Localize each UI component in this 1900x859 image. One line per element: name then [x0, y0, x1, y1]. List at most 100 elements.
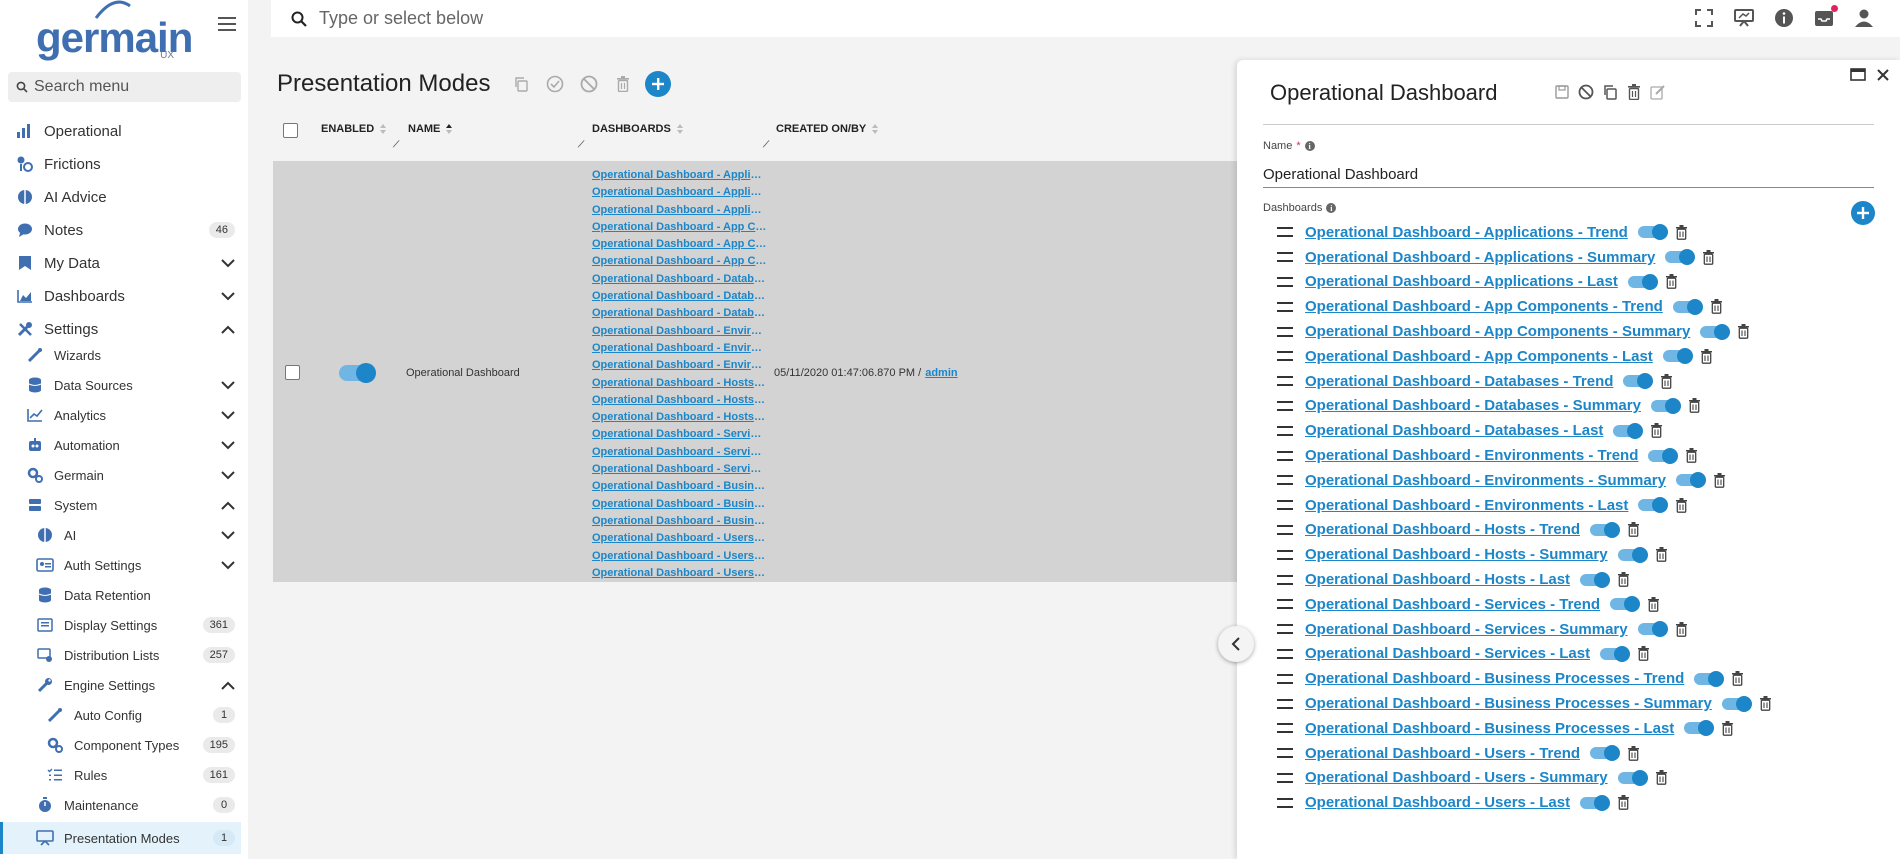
drag-handle-icon[interactable]: [1277, 326, 1293, 337]
dashboard-link[interactable]: Operational Dashboard - Services - Summa…: [592, 444, 767, 461]
dashboard-link[interactable]: Operational Dashboard - Hosts - Summary: [1305, 546, 1608, 563]
column-header-name[interactable]: NAME: [408, 123, 453, 135]
trash-icon[interactable]: [1660, 373, 1673, 389]
collapse-panel-button[interactable]: [1218, 626, 1254, 662]
dashboard-link[interactable]: Operational Dashboard - Environments - S…: [592, 340, 767, 357]
global-search-input[interactable]: [319, 8, 1219, 29]
presentation-icon[interactable]: [1732, 6, 1756, 30]
trash-icon[interactable]: [1759, 696, 1772, 711]
user-avatar-icon[interactable]: [1852, 6, 1876, 30]
dashboard-enabled-toggle[interactable]: [1610, 596, 1641, 613]
drag-handle-icon[interactable]: [1277, 450, 1293, 461]
drag-handle-icon[interactable]: [1277, 524, 1293, 535]
trash-icon[interactable]: [1617, 572, 1630, 587]
drag-handle-icon[interactable]: [1277, 252, 1293, 263]
trash-icon[interactable]: [1617, 795, 1630, 811]
copy-icon[interactable]: [1602, 84, 1618, 100]
trash-icon[interactable]: [1710, 299, 1723, 315]
column-header-dashboards[interactable]: DASHBOARDS: [592, 123, 684, 135]
sidebar-item-ai-advice[interactable]: AI Advice: [0, 182, 241, 212]
dashboard-link[interactable]: Operational Dashboard - Databases - Tren…: [592, 271, 767, 288]
dashboard-link[interactable]: Operational Dashboard - Business Process…: [592, 513, 767, 530]
save-icon[interactable]: [1554, 84, 1570, 100]
drag-handle-icon[interactable]: [1277, 500, 1293, 511]
close-icon[interactable]: [1876, 68, 1890, 82]
sidebar-item-my-data[interactable]: My Data: [0, 248, 241, 278]
drag-handle-icon[interactable]: [1277, 227, 1293, 238]
dashboard-enabled-toggle[interactable]: [1580, 794, 1611, 811]
dashboard-link[interactable]: Operational Dashboard - App Components -…: [1305, 348, 1653, 365]
drag-handle-icon[interactable]: [1277, 648, 1293, 659]
dashboard-link[interactable]: Operational Dashboard - App Components -…: [592, 219, 767, 236]
sidebar-item-data-sources[interactable]: Data Sources: [0, 371, 241, 399]
dashboard-enabled-toggle[interactable]: [1700, 323, 1731, 340]
copy-icon[interactable]: [509, 72, 533, 96]
sidebar-item-wizards[interactable]: Wizards: [0, 341, 241, 369]
dashboard-enabled-toggle[interactable]: [1613, 422, 1644, 439]
dashboard-link[interactable]: Operational Dashboard - Environments - L…: [1305, 497, 1628, 514]
drag-handle-icon[interactable]: [1277, 574, 1293, 585]
column-resize-handle[interactable]: ⟋: [578, 139, 584, 150]
trash-icon[interactable]: [1737, 324, 1750, 339]
dashboard-enabled-toggle[interactable]: [1650, 397, 1681, 414]
drag-handle-icon[interactable]: [1277, 276, 1293, 287]
sidebar-item-presentation-modes[interactable]: Presentation Modes 1: [0, 822, 241, 854]
dashboard-link[interactable]: Operational Dashboard - Users - Trend: [592, 530, 767, 547]
column-resize-handle[interactable]: ⟋: [763, 139, 769, 150]
dashboard-link[interactable]: Operational Dashboard - Environments - T…: [592, 323, 767, 340]
dashboard-enabled-toggle[interactable]: [1617, 769, 1648, 786]
drag-handle-icon[interactable]: [1277, 599, 1293, 610]
chevron-down-icon[interactable]: [221, 410, 235, 420]
trash-icon[interactable]: [1685, 448, 1698, 463]
info-icon[interactable]: i: [1304, 141, 1315, 151]
dashboard-link[interactable]: Operational Dashboard - App Components -…: [1305, 323, 1690, 340]
drag-handle-icon[interactable]: [1277, 748, 1293, 759]
trash-icon[interactable]: [1700, 348, 1713, 364]
dashboard-enabled-toggle[interactable]: [1637, 621, 1668, 638]
trash-icon[interactable]: [1702, 249, 1715, 265]
trash-icon[interactable]: [1647, 596, 1660, 612]
dashboard-link[interactable]: Operational Dashboard - Business Process…: [1305, 695, 1712, 712]
column-resize-handle[interactable]: ⟋: [393, 139, 399, 150]
trash-icon[interactable]: [1637, 646, 1650, 662]
drag-handle-icon[interactable]: [1277, 425, 1293, 436]
chevron-down-icon[interactable]: [221, 560, 235, 570]
dashboard-link[interactable]: Operational Dashboard - App Components -…: [592, 253, 767, 270]
dashboard-link[interactable]: Operational Dashboard - Users - Trend: [1305, 745, 1580, 762]
dashboard-link[interactable]: Operational Dashboard - Databases - Summ…: [592, 288, 767, 305]
dashboard-enabled-toggle[interactable]: [1590, 745, 1621, 762]
menu-search-input[interactable]: [34, 78, 224, 96]
drag-handle-icon[interactable]: [1277, 698, 1293, 709]
dashboard-link[interactable]: Operational Dashboard - Applications - L…: [1305, 273, 1618, 290]
dashboard-link[interactable]: Operational Dashboard - Hosts - Trend: [1305, 521, 1580, 538]
dashboard-link[interactable]: Operational Dashboard - Environments - S…: [1305, 472, 1666, 489]
dashboard-enabled-toggle[interactable]: [1672, 298, 1703, 315]
dashboard-link[interactable]: Operational Dashboard - App Components -…: [592, 236, 767, 253]
sidebar-item-system[interactable]: System: [0, 491, 241, 519]
dashboard-enabled-toggle[interactable]: [1648, 447, 1679, 464]
dashboard-link[interactable]: Operational Dashboard - Business Process…: [1305, 670, 1684, 687]
chevron-down-icon[interactable]: [221, 440, 235, 450]
dashboard-enabled-toggle[interactable]: [1623, 373, 1654, 390]
sidebar-item-auth-settings[interactable]: Auth Settings: [0, 551, 241, 579]
drag-handle-icon[interactable]: [1277, 549, 1293, 560]
dashboard-enabled-toggle[interactable]: [1638, 497, 1669, 514]
drag-handle-icon[interactable]: [1277, 772, 1293, 783]
trash-icon[interactable]: [1627, 745, 1640, 761]
created-by-link[interactable]: admin: [925, 367, 957, 379]
block-icon[interactable]: [577, 72, 601, 96]
trash-icon[interactable]: [1688, 398, 1701, 414]
chevron-up-icon[interactable]: [221, 325, 235, 334]
trash-icon[interactable]: [1731, 671, 1744, 687]
drag-handle-icon[interactable]: [1277, 301, 1293, 312]
sort-asc-icon[interactable]: [445, 123, 453, 135]
dashboard-link[interactable]: Operational Dashboard - Applications - S…: [1305, 249, 1655, 266]
drag-handle-icon[interactable]: [1277, 624, 1293, 635]
dashboard-link[interactable]: Operational Dashboard - Hosts - Trend: [592, 375, 767, 392]
dashboard-link[interactable]: Operational Dashboard - Services - Summa…: [1305, 621, 1628, 638]
sort-icon[interactable]: [379, 123, 387, 135]
drag-handle-icon[interactable]: [1277, 475, 1293, 486]
sidebar-item-operational[interactable]: Operational: [0, 116, 241, 146]
sidebar-item-notes[interactable]: Notes 46: [0, 215, 241, 245]
sidebar-item-dashboards[interactable]: Dashboards: [0, 281, 241, 311]
